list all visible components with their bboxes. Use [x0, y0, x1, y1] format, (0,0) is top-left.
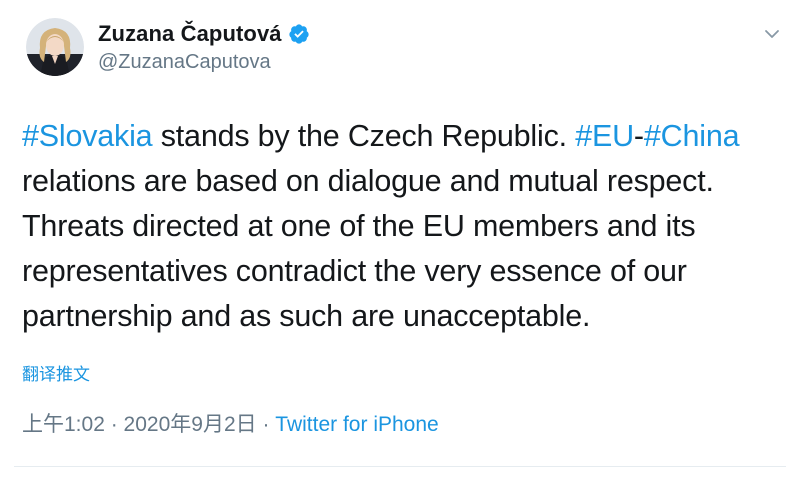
verified-badge-icon [288, 23, 310, 45]
tweet-text: #Slovakia stands by the Czech Republic. … [22, 114, 792, 339]
tweet-header: Zuzana Čaputová @ZuzanaCaputova [26, 12, 310, 82]
display-name[interactable]: Zuzana Čaputová [98, 21, 282, 47]
tweet-date[interactable]: 2020年9月2日 [124, 413, 257, 436]
divider [14, 466, 786, 467]
hashtag-eu[interactable]: #EU [575, 119, 634, 153]
meta-separator: · [256, 413, 276, 436]
author-names: Zuzana Čaputová @ZuzanaCaputova [98, 21, 310, 74]
translate-tweet-link[interactable]: 翻译推文 [22, 360, 90, 385]
tweet-text-segment: relations are based on dialogue and mutu… [22, 164, 714, 333]
avatar-image [26, 18, 84, 76]
tweet-text-segment: - [633, 119, 644, 153]
hashtag-slovakia[interactable]: #Slovakia [22, 119, 153, 153]
tweet-card: Zuzana Čaputová @ZuzanaCaputova #Slovaki… [0, 0, 800, 480]
meta-separator: · [104, 413, 124, 436]
author-handle[interactable]: @ZuzanaCaputova [98, 51, 310, 74]
tweet-source-link[interactable]: Twitter for iPhone [275, 413, 438, 436]
chevron-down-icon[interactable] [760, 22, 784, 46]
avatar[interactable] [26, 18, 84, 76]
tweet-text-segment: stands by the Czech Republic. [152, 119, 576, 153]
tweet-time[interactable]: 上午1:02 [22, 413, 105, 436]
tweet-meta: 上午1:02 · 2020年9月2日 · Twitter for iPhone [22, 408, 439, 438]
name-row: Zuzana Čaputová [98, 21, 310, 47]
hashtag-china[interactable]: #China [644, 119, 740, 153]
